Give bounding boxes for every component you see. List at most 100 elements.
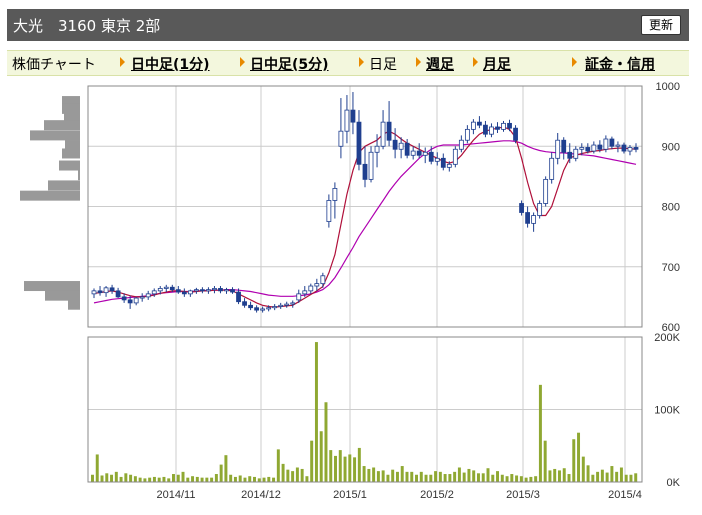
candle-body	[157, 288, 163, 292]
volume-bar	[119, 476, 123, 482]
volume-bar	[519, 476, 523, 482]
volume-bar	[586, 465, 590, 482]
volume-bar	[357, 447, 361, 482]
volume-profile-bar	[68, 299, 80, 310]
candle-body	[531, 215, 537, 224]
candlestick-up	[133, 296, 139, 306]
candlestick-down	[416, 143, 422, 159]
volume-bar	[443, 474, 447, 482]
candle-body	[230, 289, 235, 293]
candle-body	[145, 293, 151, 298]
volume-bar	[300, 468, 304, 482]
volume-bar	[591, 474, 595, 482]
price-axis-label: 700	[662, 262, 680, 274]
candlestick-down	[525, 206, 530, 228]
volume-bar	[95, 454, 99, 482]
candlestick-down	[483, 120, 488, 138]
volume-bar	[615, 471, 619, 482]
candle-body	[278, 304, 284, 307]
volume-bar	[229, 474, 233, 482]
volume-bar	[276, 449, 280, 482]
volume-bar	[462, 472, 466, 482]
candlestick-up	[278, 302, 284, 309]
candle-body	[242, 301, 247, 306]
candlestick-up	[338, 98, 344, 159]
candlestick-up	[103, 286, 109, 297]
volume-bar	[605, 472, 609, 482]
candlestick-down	[242, 298, 247, 308]
candlestick-down	[362, 146, 368, 188]
candle-body	[621, 144, 627, 152]
candle-body	[97, 290, 103, 294]
volume-axis-label: 0K	[667, 477, 681, 489]
candle-body	[296, 293, 302, 301]
volume-bar	[129, 474, 133, 482]
volume-bar	[329, 450, 333, 482]
candle-body	[169, 286, 175, 291]
candlestick-up	[368, 146, 374, 183]
volume-bar	[562, 468, 566, 482]
volume-bar	[448, 474, 452, 482]
candlestick-up	[308, 283, 314, 294]
volume-bar	[105, 473, 109, 482]
volume-axis-label: 200K	[654, 332, 680, 344]
volume-bar	[510, 474, 514, 482]
volume-bar	[224, 455, 228, 482]
candle-body	[212, 288, 217, 291]
candle-body	[350, 109, 356, 123]
volume-bar	[181, 471, 185, 482]
candle-body	[386, 121, 392, 141]
candlestick-up	[543, 176, 549, 207]
candle-body	[597, 144, 603, 150]
date-axis-label: 2015/2	[420, 489, 454, 501]
candlestick-up	[272, 304, 278, 311]
candle-body	[344, 109, 350, 132]
candle-body	[326, 200, 332, 222]
candle-body	[338, 130, 344, 147]
volume-bar	[191, 476, 195, 482]
volume-bar	[476, 473, 480, 482]
volume-bar	[362, 466, 366, 482]
candle-body	[121, 296, 127, 301]
candlestick-down	[115, 287, 121, 299]
volume-bar	[152, 476, 156, 482]
candlestick-down	[350, 92, 356, 135]
candle-body	[489, 126, 494, 135]
candle-body	[627, 147, 633, 152]
candlestick-up	[464, 125, 470, 144]
candle-body	[193, 289, 199, 292]
volume-bar	[281, 463, 285, 482]
candle-body	[458, 139, 464, 150]
volume-bar	[434, 471, 438, 482]
candlestick-down	[248, 301, 253, 311]
candlestick-down	[109, 284, 115, 294]
volume-bar	[195, 476, 199, 482]
price-axis-label: 900	[662, 141, 680, 153]
volume-bar	[348, 454, 352, 482]
volume-bar	[262, 477, 266, 482]
candlestick-up	[314, 278, 320, 291]
candle-body	[139, 296, 145, 299]
volume-bar	[310, 440, 314, 482]
candle-body	[603, 138, 609, 150]
candlestick-up	[555, 132, 561, 165]
candlestick-down	[181, 288, 187, 297]
candle-body	[591, 144, 597, 152]
volume-bar	[291, 471, 295, 482]
candle-body	[320, 275, 326, 285]
candle-body	[398, 142, 404, 150]
volume-bar	[133, 476, 137, 482]
candlestick-down	[495, 122, 500, 133]
volume-bar	[415, 474, 418, 482]
volume-bar	[257, 478, 261, 482]
candle-body	[284, 303, 290, 306]
volume-bar	[600, 469, 604, 482]
candlestick-up	[537, 200, 543, 219]
volume-profile-bar	[45, 290, 80, 301]
candlestick-up	[206, 287, 211, 294]
volume-bar	[267, 476, 271, 482]
volume-bar	[505, 476, 509, 482]
volume-bar	[91, 474, 94, 482]
volume-bar	[567, 474, 571, 482]
candle-body	[175, 289, 181, 293]
